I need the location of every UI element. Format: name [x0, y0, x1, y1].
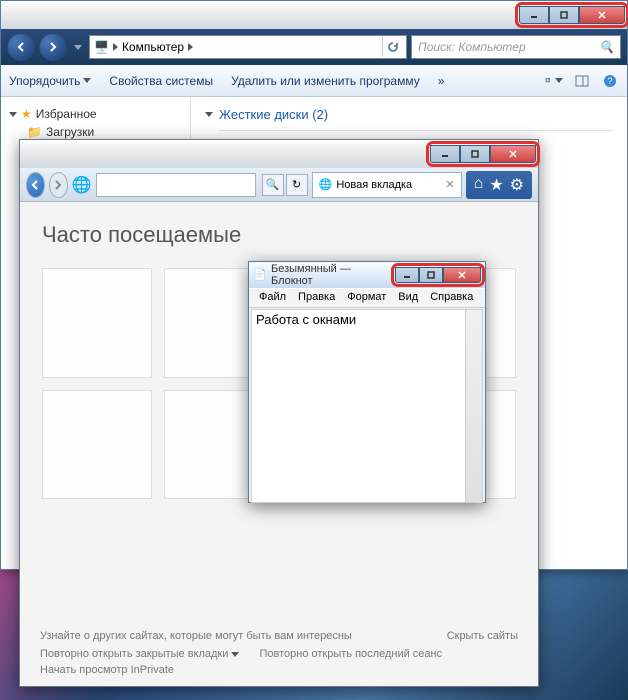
ie-logo-icon: 🌐 — [319, 178, 333, 191]
menu-view[interactable]: Вид — [392, 289, 424, 307]
ie-navbar: 🌐 🔍 ↻ 🌐 Новая вкладка ✕ ⌂ ★ ⚙ — [20, 168, 538, 202]
nav-history-dropdown[interactable] — [71, 45, 85, 50]
back-button[interactable] — [26, 172, 45, 198]
maximize-button[interactable] — [419, 267, 443, 283]
maximize-button[interactable] — [460, 145, 490, 163]
menu-file[interactable]: Файл — [253, 289, 292, 307]
explorer-toolbar: Упорядочить Свойства системы Удалить или… — [1, 65, 627, 97]
tab-close-button[interactable]: ✕ — [445, 178, 454, 191]
sidebar-favorites-header[interactable]: ★Избранное — [5, 105, 186, 123]
hide-sites-link[interactable]: Скрыть сайты — [447, 630, 518, 642]
explorer-titlebar[interactable] — [1, 1, 627, 29]
search-button[interactable]: 🔍 — [262, 174, 284, 196]
notepad-menubar: Файл Правка Формат Вид Справка — [249, 288, 485, 308]
search-icon: 🔍 — [599, 40, 614, 54]
inprivate-link[interactable]: Начать просмотр InPrivate — [40, 664, 174, 676]
notepad-icon: 📄 — [253, 268, 267, 282]
close-button[interactable] — [579, 6, 625, 24]
reopen-last-session-link[interactable]: Повторно открыть последний сеанс — [259, 648, 442, 660]
ie-titlebar[interactable] — [20, 140, 538, 168]
notepad-text-area[interactable]: Работа с окнами — [251, 309, 483, 503]
uninstall-program-button[interactable]: Удалить или изменить программу — [231, 74, 420, 88]
refresh-button[interactable] — [382, 37, 402, 57]
menu-format[interactable]: Формат — [341, 289, 392, 307]
window-title: Безымянный — Блокнот — [271, 263, 391, 287]
breadcrumb-sep-icon — [113, 43, 118, 51]
frequent-sites-title: Часто посещаемые — [42, 222, 516, 248]
explorer-navbar: 🖥️ Компьютер Поиск: Компьютер 🔍 — [1, 29, 627, 65]
maximize-button[interactable] — [549, 6, 579, 24]
menu-edit[interactable]: Правка — [292, 289, 341, 307]
breadcrumb-sep-icon — [188, 43, 193, 51]
site-tile[interactable] — [42, 390, 152, 500]
site-tile[interactable] — [42, 268, 152, 378]
preview-pane-button[interactable] — [573, 72, 591, 90]
svg-text:?: ? — [607, 76, 612, 86]
home-button[interactable]: ⌂ — [474, 175, 484, 195]
back-button[interactable] — [7, 33, 35, 61]
organize-menu[interactable]: Упорядочить — [9, 74, 91, 88]
help-button[interactable]: ? — [601, 72, 619, 90]
reopen-closed-tabs-link[interactable]: Повторно открыть закрытые вкладки — [40, 648, 239, 660]
forward-button[interactable] — [39, 33, 67, 61]
refresh-button[interactable]: ↻ — [286, 174, 308, 196]
folder-icon: 📁 — [27, 125, 42, 139]
notepad-window-controls — [395, 267, 481, 283]
search-input[interactable]: Поиск: Компьютер 🔍 — [411, 35, 621, 59]
learn-more-link[interactable]: Узнайте о других сайтах, которые могут б… — [40, 630, 352, 642]
close-button[interactable] — [490, 145, 536, 163]
search-placeholder: Поиск: Компьютер — [418, 40, 526, 54]
browser-tab[interactable]: 🌐 Новая вкладка ✕ — [312, 172, 462, 198]
ie-footer: Узнайте о других сайтах, которые могут б… — [20, 620, 538, 686]
minimize-button[interactable] — [519, 6, 549, 24]
ie-window-controls — [430, 145, 536, 163]
address-bar[interactable]: 🖥️ Компьютер — [89, 35, 407, 59]
menu-help[interactable]: Справка — [424, 289, 479, 307]
toolbar-chevron[interactable]: » — [438, 74, 445, 88]
minimize-button[interactable] — [395, 267, 419, 283]
breadcrumb-label[interactable]: Компьютер — [122, 40, 184, 54]
star-icon: ★ — [21, 107, 32, 121]
view-options-button[interactable] — [545, 72, 563, 90]
tools-button[interactable]: ⚙ — [510, 175, 524, 195]
notepad-titlebar[interactable]: 📄 Безымянный — Блокнот — [249, 262, 485, 288]
forward-button[interactable] — [49, 172, 68, 198]
tab-label: Новая вкладка — [336, 179, 412, 191]
notepad-window: 📄 Безымянный — Блокнот Файл Правка Форма… — [248, 261, 486, 503]
favorites-button[interactable]: ★ — [489, 175, 503, 195]
hard-drives-section[interactable]: Жесткие диски (2) — [205, 107, 613, 122]
ie-toolbar-buttons: ⌂ ★ ⚙ — [466, 171, 532, 199]
address-bar[interactable] — [96, 173, 256, 197]
close-button[interactable] — [443, 267, 481, 283]
system-properties-button[interactable]: Свойства системы — [109, 74, 213, 88]
computer-icon: 🖥️ — [94, 40, 109, 54]
notepad-text-content: Работа с окнами — [256, 312, 356, 327]
explorer-window-controls — [519, 6, 625, 24]
ie-logo-icon: 🌐 — [72, 175, 92, 195]
minimize-button[interactable] — [430, 145, 460, 163]
